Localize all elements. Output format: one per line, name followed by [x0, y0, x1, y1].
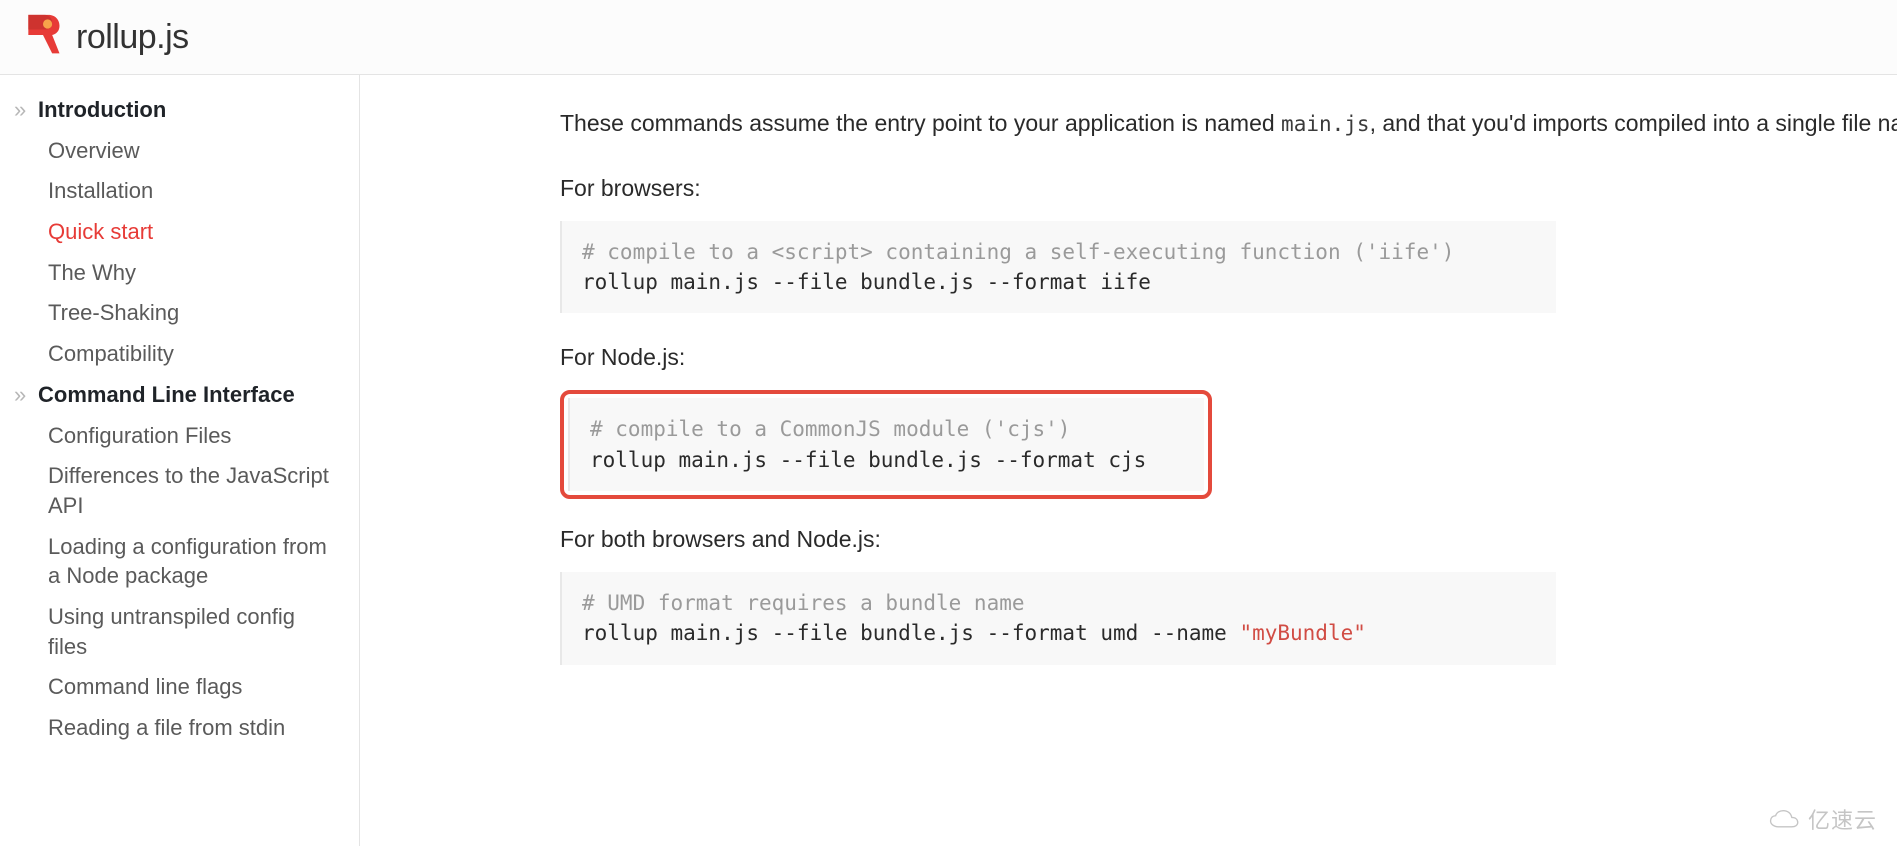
- inline-code-main-js: main.js: [1281, 112, 1370, 136]
- nav-section-cli: » Command Line Interface Configuration F…: [14, 380, 339, 743]
- app-header: rollup.js: [0, 0, 1897, 75]
- code-command-pre: rollup main.js --file bundle.js --format…: [582, 621, 1239, 645]
- nav-link-quick-start[interactable]: Quick start: [48, 217, 153, 247]
- nav-item: Differences to the JavaScript API: [48, 461, 339, 520]
- label-both: For both browsers and Node.js:: [560, 521, 1897, 558]
- nav-link-the-why[interactable]: The Why: [48, 258, 136, 288]
- nav-link-differences-api[interactable]: Differences to the JavaScript API: [48, 461, 329, 520]
- nav-item: Using untranspiled config files: [48, 602, 339, 661]
- code-comment: # compile to a CommonJS module ('cjs'): [590, 417, 1070, 441]
- watermark-text: 亿速云: [1808, 803, 1877, 838]
- nav-item: Reading a file from stdin: [48, 713, 339, 743]
- rollup-logo-icon: [24, 13, 62, 62]
- chevron-right-icon: »: [14, 95, 32, 125]
- chevron-right-icon: »: [14, 380, 32, 410]
- code-block-umd: # UMD format requires a bundle name roll…: [560, 572, 1556, 665]
- nav-section-introduction: » Introduction Overview Installation Qui…: [14, 95, 339, 369]
- intro-text-mid: , and that you'd imports compiled into a…: [1370, 110, 1897, 136]
- nav-link-config-files[interactable]: Configuration Files: [48, 421, 231, 451]
- nav-item: Quick start: [48, 217, 339, 247]
- nav-item: Overview: [48, 136, 339, 166]
- site-title: rollup.js: [76, 18, 189, 57]
- nav-heading-introduction[interactable]: » Introduction: [14, 95, 339, 125]
- sidebar-nav: » Introduction Overview Installation Qui…: [0, 75, 360, 846]
- code-block-node: # compile to a CommonJS module ('cjs') r…: [568, 398, 1204, 491]
- code-block-browsers: # compile to a <script> containing a sel…: [560, 221, 1556, 314]
- code-command: rollup main.js --file bundle.js --format…: [582, 270, 1151, 294]
- code-string: "myBundle": [1239, 621, 1365, 645]
- nav-heading-cli[interactable]: » Command Line Interface: [14, 380, 339, 410]
- nav-link-compatibility[interactable]: Compatibility: [48, 339, 174, 369]
- nav-item: Installation: [48, 176, 339, 206]
- nav-link-load-from-pkg[interactable]: Loading a configuration from a Node pack…: [48, 532, 329, 591]
- cloud-icon: [1768, 808, 1802, 832]
- nav-link-overview[interactable]: Overview: [48, 136, 140, 166]
- intro-text-pre: These commands assume the entry point to…: [560, 110, 1281, 136]
- nav-item: Tree-Shaking: [48, 298, 339, 328]
- nav-link-cmdline-flags[interactable]: Command line flags: [48, 672, 242, 702]
- logo-link[interactable]: rollup.js: [24, 13, 189, 62]
- watermark: 亿速云: [1768, 803, 1877, 838]
- intro-paragraph: These commands assume the entry point to…: [560, 105, 1897, 142]
- nav-link-installation[interactable]: Installation: [48, 176, 153, 206]
- code-command: rollup main.js --file bundle.js --format…: [590, 448, 1146, 472]
- nav-link-tree-shaking[interactable]: Tree-Shaking: [48, 298, 179, 328]
- nav-item: Loading a configuration from a Node pack…: [48, 532, 339, 591]
- nav-item: Command line flags: [48, 672, 339, 702]
- nav-heading-label: Command Line Interface: [38, 380, 295, 410]
- code-comment: # compile to a <script> containing a sel…: [582, 240, 1454, 264]
- nav-item: Configuration Files: [48, 421, 339, 451]
- label-node: For Node.js:: [560, 339, 1897, 376]
- nav-item: The Why: [48, 258, 339, 288]
- code-comment: # UMD format requires a bundle name: [582, 591, 1025, 615]
- nav-link-untranspiled-cfg[interactable]: Using untranspiled config files: [48, 602, 329, 661]
- nav-item: Compatibility: [48, 339, 339, 369]
- nav-heading-label: Introduction: [38, 95, 166, 125]
- label-browsers: For browsers:: [560, 170, 1897, 207]
- nav-link-read-stdin[interactable]: Reading a file from stdin: [48, 713, 285, 743]
- main-content: These commands assume the entry point to…: [360, 75, 1897, 846]
- highlighted-code-box: # compile to a CommonJS module ('cjs') r…: [560, 390, 1212, 499]
